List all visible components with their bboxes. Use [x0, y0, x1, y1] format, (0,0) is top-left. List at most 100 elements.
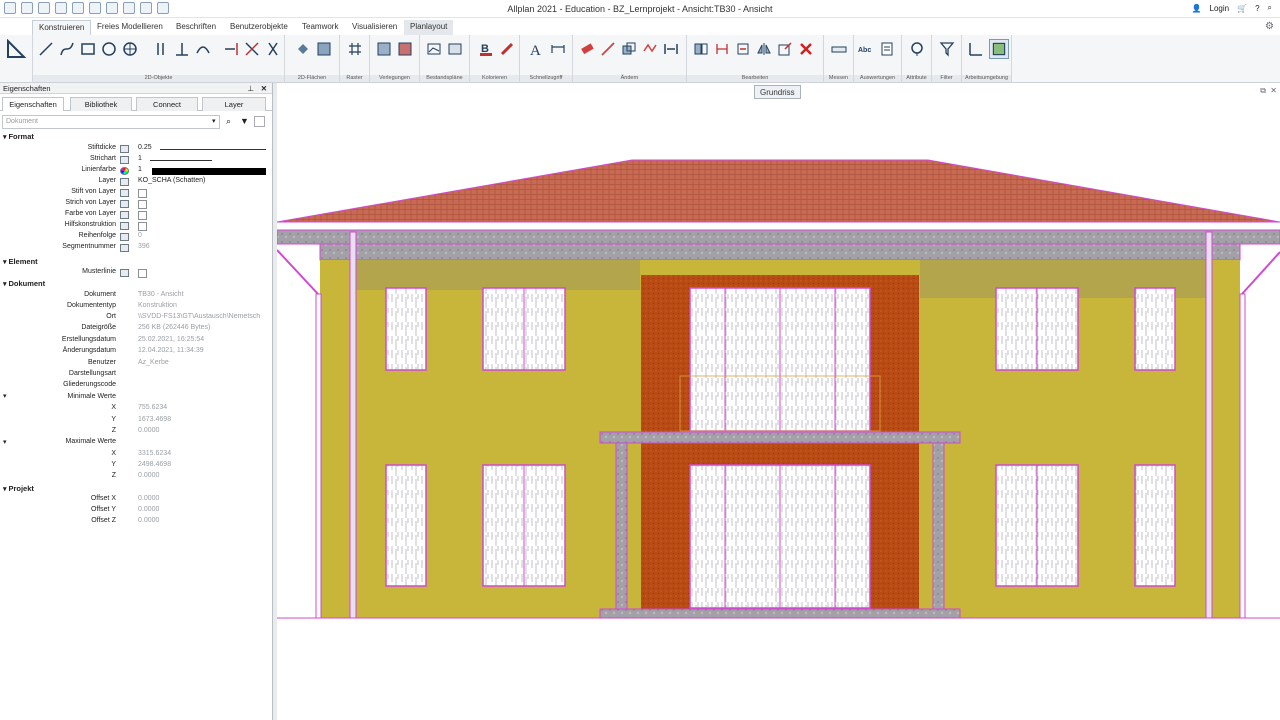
dimension-icon[interactable] [550, 41, 566, 57]
tab-freies-modellieren[interactable]: Freies Modellieren [91, 20, 169, 35]
filter-icon[interactable]: ▼ [240, 116, 249, 126]
tab-planlayout[interactable]: Planlayout [404, 20, 454, 35]
row-segmentnummer[interactable]: Segmentnummer 396 [0, 243, 273, 254]
chevron-down-icon[interactable]: ▾ [212, 117, 216, 125]
checkmark-icon[interactable] [254, 116, 265, 127]
polyline-icon[interactable] [59, 41, 75, 57]
cart-icon[interactable]: 🛒 [1237, 4, 1247, 13]
checkbox-farbe-layer[interactable] [138, 211, 147, 220]
tab-benutzerobjekte[interactable]: Benutzerobjekte [224, 20, 294, 35]
layer-stack-icon [120, 178, 129, 186]
close-icon[interactable]: ✕ [261, 83, 267, 94]
move-icon[interactable] [600, 41, 616, 57]
tab-teamwork[interactable]: Teamwork [296, 20, 344, 35]
checkbox-hilfskonstruktion[interactable] [138, 222, 147, 231]
tab-bibliothek[interactable]: Bibliothek [70, 97, 132, 111]
value-min-z: 0.0000 [138, 427, 160, 434]
ribbon-group-schnellzugriff: A Schnellzugriff [520, 35, 573, 83]
search-icon[interactable]: ⌕ [226, 116, 231, 127]
workspace-axes-icon[interactable] [968, 41, 984, 57]
triangle-ruler-icon[interactable] [6, 39, 26, 59]
survey-icon[interactable] [426, 41, 442, 57]
row-farbe-layer[interactable]: Farbe von Layer [0, 210, 273, 221]
delete-x-icon[interactable] [798, 41, 814, 57]
row-minimale-werte[interactable]: Minimale Werte [0, 393, 273, 404]
pen-color-icon[interactable]: B [478, 41, 494, 57]
row-hilfskonstruktion[interactable]: Hilfskonstruktion [0, 221, 273, 232]
label-maximale-werte: Maximale Werte [65, 438, 116, 445]
filter-funnel-icon[interactable] [939, 41, 955, 57]
row-musterlinie[interactable]: Musterlinie [0, 268, 273, 279]
row-reihenfolge[interactable]: Reihenfolge 0 [0, 232, 273, 243]
row-stiftdicke[interactable]: Stiftdicke 0.25 [0, 144, 273, 155]
drawing-canvas[interactable]: Grundriss ⧉ ✕ [277, 83, 1280, 720]
login-link[interactable]: Login [1210, 4, 1230, 13]
row-layer[interactable]: Layer KO_SCHA (Schatten) [0, 177, 273, 188]
intersect-icon[interactable] [265, 41, 281, 57]
text-icon[interactable]: A [528, 41, 544, 57]
properties-panel: Eigenschaften ⊥ ✕ Eigenschaften Biblioth… [0, 83, 273, 720]
line-type-icon [120, 156, 129, 164]
checkbox-stift-layer[interactable] [138, 189, 147, 198]
section-dokument[interactable]: Dokument [3, 279, 45, 288]
tab-connect[interactable]: Connect [136, 97, 198, 111]
report-icon[interactable] [879, 41, 895, 57]
hatch-icon[interactable] [316, 41, 332, 57]
rectangle-icon[interactable] [80, 41, 96, 57]
roof [277, 159, 1280, 223]
spline-icon[interactable] [195, 41, 211, 57]
modify-icon[interactable] [642, 41, 658, 57]
row-maximale-werte[interactable]: Maximale Werte [0, 438, 273, 449]
user-icon[interactable]: 👤 [1192, 4, 1202, 13]
brush-icon[interactable] [499, 41, 515, 57]
settings-gear-icon[interactable]: ⚙ [1265, 21, 1274, 32]
tiles-icon[interactable] [376, 41, 392, 57]
tab-eigenschaften[interactable]: Eigenschaften [2, 97, 64, 111]
fill-bucket-icon[interactable] [295, 41, 311, 57]
tiles-red-icon[interactable] [397, 41, 413, 57]
value-dokumententyp: Konstruktion [138, 302, 177, 309]
line-icon[interactable] [38, 41, 54, 57]
checkbox-strich-layer[interactable] [138, 200, 147, 209]
pin-icon[interactable]: ⊥ [247, 83, 254, 94]
filter-dropdown[interactable]: Dokument [2, 115, 220, 129]
section-format[interactable]: Format [3, 132, 33, 141]
copy-icon[interactable] [621, 41, 637, 57]
cut-icon[interactable] [244, 41, 260, 57]
perpendicular-icon[interactable] [174, 41, 190, 57]
text-abc-icon[interactable]: Abc [858, 41, 874, 57]
tab-beschriften[interactable]: Beschriften [170, 20, 222, 35]
row-linienfarbe[interactable]: Linienfarbe 1 [0, 166, 273, 177]
workspace-active-icon[interactable] [989, 39, 1009, 59]
tab-visualisieren[interactable]: Visualisieren [346, 20, 403, 35]
circle-center-icon[interactable] [122, 41, 138, 57]
attribute-icon[interactable] [909, 41, 925, 57]
duplicate-icon[interactable] [693, 41, 709, 57]
join-icon[interactable] [735, 41, 751, 57]
mirror-icon[interactable] [756, 41, 772, 57]
row-stift-layer[interactable]: Stift von Layer [0, 188, 273, 199]
search-icon[interactable]: ⌕ [1268, 3, 1272, 13]
column-left [349, 231, 357, 619]
tab-layer[interactable]: Layer [202, 97, 266, 111]
value-segmentnummer: 396 [138, 243, 150, 250]
grid-icon[interactable] [347, 41, 363, 57]
row-strichart[interactable]: Strichart 1 [0, 155, 273, 166]
split-icon[interactable] [714, 41, 730, 57]
row-strich-layer[interactable]: Strich von Layer [0, 199, 273, 210]
help-icon[interactable]: ? [1255, 4, 1259, 13]
value-benutzer: Az_Kerbe [138, 359, 169, 366]
group-label-attribute: Attribute [902, 75, 931, 82]
survey-edit-icon[interactable] [447, 41, 463, 57]
eraser-icon[interactable] [579, 41, 595, 57]
parallel-lines-icon[interactable] [153, 41, 169, 57]
section-element[interactable]: Element [3, 257, 37, 266]
extend-icon[interactable] [223, 41, 239, 57]
stretch-icon[interactable] [663, 41, 679, 57]
measure-icon[interactable] [831, 41, 847, 57]
tab-konstruieren[interactable]: Konstruieren [32, 20, 92, 35]
section-projekt[interactable]: Projekt [3, 484, 33, 493]
scale-icon[interactable] [777, 41, 793, 57]
checkbox-musterlinie[interactable] [138, 269, 147, 278]
circle-icon[interactable] [101, 41, 117, 57]
